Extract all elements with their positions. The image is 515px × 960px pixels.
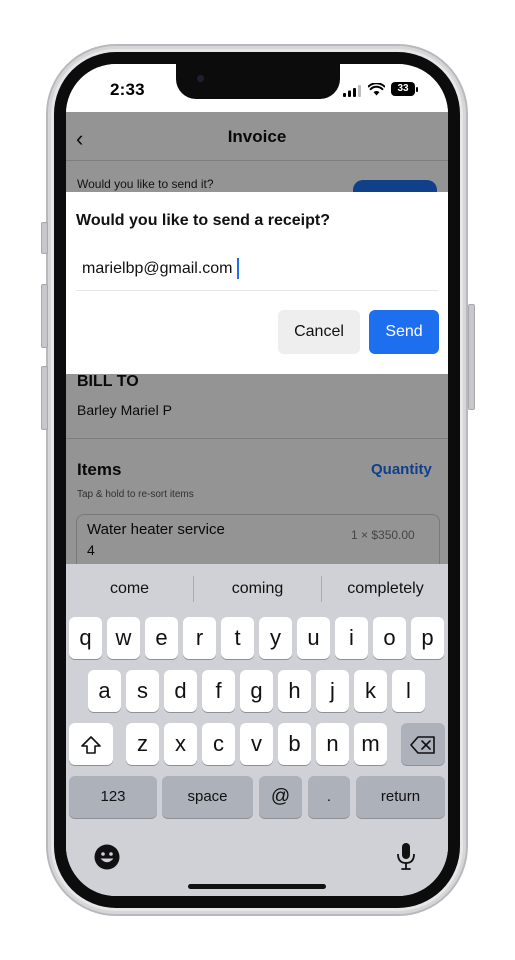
key-u[interactable]: u [297,617,330,659]
wifi-icon [368,83,385,96]
mute-switch [41,222,48,254]
numbers-key[interactable]: 123 [69,776,157,818]
key-r[interactable]: r [183,617,216,659]
suggestion-1[interactable]: come [66,580,193,598]
power-button [468,304,475,410]
battery-cap [416,87,418,92]
dialog-title: Would you like to send a receipt? [76,212,330,229]
delete-key[interactable] [401,723,445,765]
send-receipt-dialog: Would you like to send a receipt? Cancel… [66,192,448,374]
screen: 2:33 33 ‹ Invoice Would you like to send… [66,64,448,896]
home-indicator[interactable] [188,884,326,889]
key-p[interactable]: p [411,617,444,659]
input-underline [76,290,438,291]
key-i[interactable]: i [335,617,368,659]
key-g[interactable]: g [240,670,273,712]
signal-icon [343,85,361,97]
key-j[interactable]: j [316,670,349,712]
send-button[interactable]: Send [369,310,439,354]
space-key[interactable]: space [162,776,253,818]
key-f[interactable]: f [202,670,235,712]
key-k[interactable]: k [354,670,387,712]
return-key[interactable]: return [356,776,445,818]
key-o[interactable]: o [373,617,406,659]
key-y[interactable]: y [259,617,292,659]
key-c[interactable]: c [202,723,235,765]
cancel-button[interactable]: Cancel [278,310,360,354]
volume-down-button [41,366,48,430]
emoji-icon[interactable] [93,843,121,871]
suggestion-2[interactable]: coming [194,580,321,598]
volume-up-button [41,284,48,348]
key-e[interactable]: e [145,617,178,659]
status-bar: 2:33 33 [66,64,448,112]
camera-dot [197,75,204,82]
microphone-icon[interactable] [396,842,416,872]
dot-key[interactable]: . [308,776,350,818]
key-w[interactable]: w [107,617,140,659]
key-l[interactable]: l [392,670,425,712]
key-x[interactable]: x [164,723,197,765]
shift-key[interactable] [69,723,113,765]
battery-icon: 33 [391,82,415,96]
shift-icon [81,736,101,754]
key-a[interactable]: a [88,670,121,712]
battery-level: 33 [397,83,409,94]
text-cursor [237,258,239,279]
key-v[interactable]: v [240,723,273,765]
key-n[interactable]: n [316,723,349,765]
key-h[interactable]: h [278,670,311,712]
status-time: 2:33 [110,80,145,99]
suggestion-3[interactable]: completely [322,580,448,598]
key-z[interactable]: z [126,723,159,765]
delete-icon [410,736,435,754]
email-input[interactable] [82,260,382,278]
key-b[interactable]: b [278,723,311,765]
keyboard: come coming completely q w e r t y u i o… [66,564,448,896]
key-m[interactable]: m [354,723,387,765]
key-d[interactable]: d [164,670,197,712]
at-key[interactable]: @ [259,776,302,818]
key-q[interactable]: q [69,617,102,659]
key-s[interactable]: s [126,670,159,712]
key-t[interactable]: t [221,617,254,659]
